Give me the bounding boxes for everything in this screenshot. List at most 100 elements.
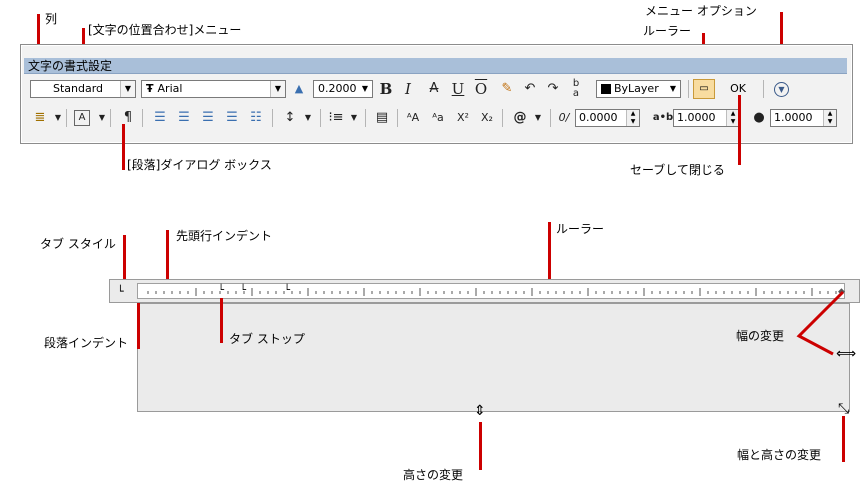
subscript-icon[interactable]: X₂ <box>477 108 497 128</box>
font-value: Arial <box>157 82 183 95</box>
save-close-callout: セーブして閉じる <box>630 163 725 177</box>
stack-icon[interactable]: ba <box>566 79 586 99</box>
color-value: ByLayer <box>614 82 659 95</box>
paragraph-icon[interactable]: ¶ <box>118 108 138 128</box>
distribute-icon[interactable]: ☷ <box>246 108 266 128</box>
symbol-icon[interactable]: @ <box>510 108 530 128</box>
insert-field-icon[interactable]: ▤ <box>372 108 392 128</box>
paragraph-indent-callout: 段落インデント <box>44 336 129 350</box>
color-swatch <box>601 84 611 94</box>
chevron-down-icon: ▼ <box>358 81 372 97</box>
bold-button[interactable]: B <box>376 79 396 99</box>
tab-stop-callout-line <box>220 298 223 343</box>
text-height-dropdown[interactable]: 0.2000 ▼ <box>313 80 373 98</box>
justify-all-icon[interactable]: ☰ <box>222 108 242 128</box>
separator <box>502 109 503 127</box>
separator <box>110 109 111 127</box>
diagonal-resize-icon[interactable]: ⤡ <box>838 401 849 417</box>
chevron-down-icon[interactable]: ▼ <box>344 108 364 128</box>
width-height-callout-line <box>842 416 845 462</box>
match-icon[interactable]: ✎ <box>497 79 517 99</box>
width-change-callout: 幅の変更 <box>736 329 785 343</box>
align-right-icon[interactable]: ☰ <box>198 108 218 128</box>
separator <box>272 109 273 127</box>
chevron-down-icon: ▼ <box>666 81 680 97</box>
undo-icon[interactable]: ↶ <box>520 79 540 99</box>
tracking-icon: a•b <box>652 112 674 123</box>
style-value: Standard <box>53 82 104 95</box>
separator <box>66 109 67 127</box>
width-factor-value: 1.0000 <box>774 111 813 124</box>
oblique-angle-input[interactable]: 0.0000 ▲ ▼ <box>575 109 640 127</box>
spinner-icon[interactable]: ▲ ▼ <box>823 110 836 126</box>
height-change-callout-line <box>479 422 482 470</box>
separator <box>550 109 551 127</box>
color-dropdown[interactable]: ByLayer ▼ <box>596 80 681 98</box>
separator <box>688 80 689 98</box>
lowercase-icon[interactable]: ᴬa <box>428 108 448 128</box>
line-spacing-icon[interactable]: ↕ <box>280 108 300 128</box>
tracking-input[interactable]: 1.0000 ▲ ▼ <box>673 109 740 127</box>
chevron-down-icon: ▼ <box>120 81 135 97</box>
font-prefix-icon: Ŧ <box>146 82 154 95</box>
numbering-icon[interactable]: ⁝≡ <box>326 108 346 128</box>
text-editor-area[interactable] <box>137 303 850 412</box>
tab-stop-marker[interactable]: └ <box>284 285 290 296</box>
ruler-mid-callout-line <box>548 222 551 282</box>
tracking-value: 1.0000 <box>677 111 716 124</box>
separator <box>365 109 366 127</box>
width-factor-input[interactable]: 1.0000 ▲ ▼ <box>770 109 837 127</box>
tab-style-callout: タブ スタイル <box>40 237 116 251</box>
oblique-angle-value: 0.0000 <box>579 111 618 124</box>
uppercase-icon[interactable]: ᴬA <box>403 108 423 128</box>
separator <box>397 109 398 127</box>
style-dropdown[interactable]: Standard ▼ <box>30 80 136 98</box>
annotative-icon[interactable]: ▲ <box>289 79 309 99</box>
save-close-callout-line <box>738 95 741 165</box>
chevron-down-icon[interactable]: ▼ <box>92 108 112 128</box>
vertical-resize-icon[interactable]: ⇕ <box>474 403 486 419</box>
overline-button[interactable]: O <box>471 79 491 99</box>
width-height-change-callout: 幅と高さの変更 <box>737 448 822 462</box>
text-height-value: 0.2000 <box>318 82 357 95</box>
tab-stop-callout: タブ ストップ <box>229 332 305 346</box>
align-left-icon[interactable]: ☰ <box>150 108 170 128</box>
justify-menu-callout: [文字の位置合わせ]メニュー <box>88 23 242 37</box>
tab-stop-marker[interactable]: └ <box>218 285 224 296</box>
paragraph-callout-line <box>122 124 125 170</box>
underline-button[interactable]: U <box>448 79 468 99</box>
options-icon[interactable]: ▼ <box>774 82 789 97</box>
chevron-down-icon[interactable]: ▼ <box>528 108 548 128</box>
width-factor-icon: ● <box>753 110 765 125</box>
justify-icon[interactable]: A <box>74 110 90 126</box>
superscript-icon[interactable]: X² <box>453 108 473 128</box>
height-change-callout: 高さの変更 <box>403 468 464 482</box>
align-center-icon[interactable]: ☰ <box>174 108 194 128</box>
spinner-icon[interactable]: ▲ ▼ <box>626 110 639 126</box>
columns-icon[interactable]: ≣ <box>30 108 50 128</box>
ruler-top-callout: ルーラー <box>643 24 692 38</box>
tab-stop-marker[interactable]: └ <box>240 285 246 296</box>
paragraph-indent-callout-line <box>137 303 140 349</box>
strikethrough-button[interactable]: A <box>424 79 444 99</box>
column-callout: 列 <box>45 12 58 26</box>
chevron-down-icon: ▼ <box>270 81 285 97</box>
redo-icon[interactable]: ↷ <box>543 79 563 99</box>
separator <box>320 109 321 127</box>
separator <box>142 109 143 127</box>
tab-style-callout-line <box>123 235 126 281</box>
paragraph-dialog-callout: [段落]ダイアログ ボックス <box>127 158 272 172</box>
toolbar-title: 文字の書式設定 <box>24 58 847 74</box>
menu-options-callout: メニュー オプション <box>645 4 757 18</box>
chevron-down-icon[interactable]: ▼ <box>48 108 68 128</box>
horizontal-resize-icon[interactable]: ⟺ <box>836 346 856 362</box>
tab-style-icon[interactable]: └ <box>117 285 124 298</box>
separator <box>763 80 764 98</box>
italic-button[interactable]: I <box>398 79 418 99</box>
ruler-icon[interactable]: ▭ <box>693 79 715 99</box>
first-indent-callout: 先頭行インデント <box>176 229 273 243</box>
chevron-down-icon[interactable]: ▼ <box>298 108 318 128</box>
font-dropdown[interactable]: Ŧ Arial ▼ <box>141 80 286 98</box>
ruler-mid-callout: ルーラー <box>556 222 605 236</box>
ruler-strip[interactable]: └ └ └ <box>137 283 845 299</box>
